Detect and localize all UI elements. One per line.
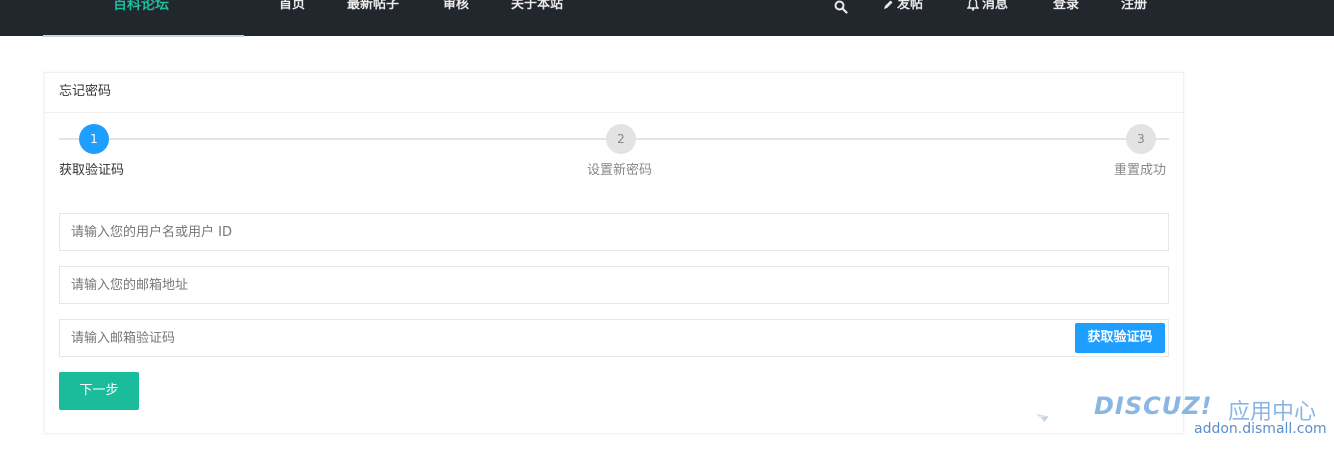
card-title: 忘记密码	[59, 84, 112, 99]
step-1-circle: 1	[79, 124, 109, 154]
search-icon	[834, 0, 848, 14]
brand-underline	[43, 35, 244, 37]
get-code-button[interactable]: 获取验证码	[1075, 323, 1165, 353]
top-nav-bar: 百科论坛 首页 最新帖子 审核 关于本站 发帖 消息 登录 注册	[0, 0, 1334, 36]
watermark-brand: DISCUZ!	[1094, 392, 1213, 420]
nav-home[interactable]: 首页	[279, 0, 305, 15]
step-2-label: 设置新密码	[587, 163, 653, 178]
pencil-icon	[884, 0, 893, 9]
step-3-circle: 3	[1126, 124, 1156, 154]
watermark-url: addon.dismall.com	[1194, 421, 1327, 437]
post-button[interactable]: 发帖	[882, 0, 923, 15]
step-1-label: 获取验证码	[59, 163, 125, 178]
bell-icon	[967, 0, 979, 11]
username-input[interactable]	[59, 213, 1169, 251]
email-input[interactable]	[59, 266, 1169, 304]
card-divider	[44, 112, 1184, 113]
post-label: 发帖	[897, 0, 924, 12]
messages-button[interactable]: 消息	[967, 0, 1008, 15]
messages-label: 消息	[982, 0, 1009, 12]
step-3-label: 重置成功	[1114, 163, 1167, 178]
next-step-button[interactable]: 下一步	[59, 372, 139, 410]
verification-code-input[interactable]	[59, 319, 1169, 357]
step-2-circle: 2	[606, 124, 636, 154]
register-link[interactable]: 注册	[1121, 0, 1147, 15]
nav-review[interactable]: 审核	[443, 0, 469, 15]
login-link[interactable]: 登录	[1053, 0, 1079, 15]
nav-about[interactable]: 关于本站	[511, 0, 563, 15]
site-brand[interactable]: 百科论坛	[113, 0, 169, 15]
search-button[interactable]	[834, 0, 851, 17]
paper-plane-icon	[1036, 414, 1049, 422]
nav-latest-posts[interactable]: 最新帖子	[347, 0, 399, 15]
